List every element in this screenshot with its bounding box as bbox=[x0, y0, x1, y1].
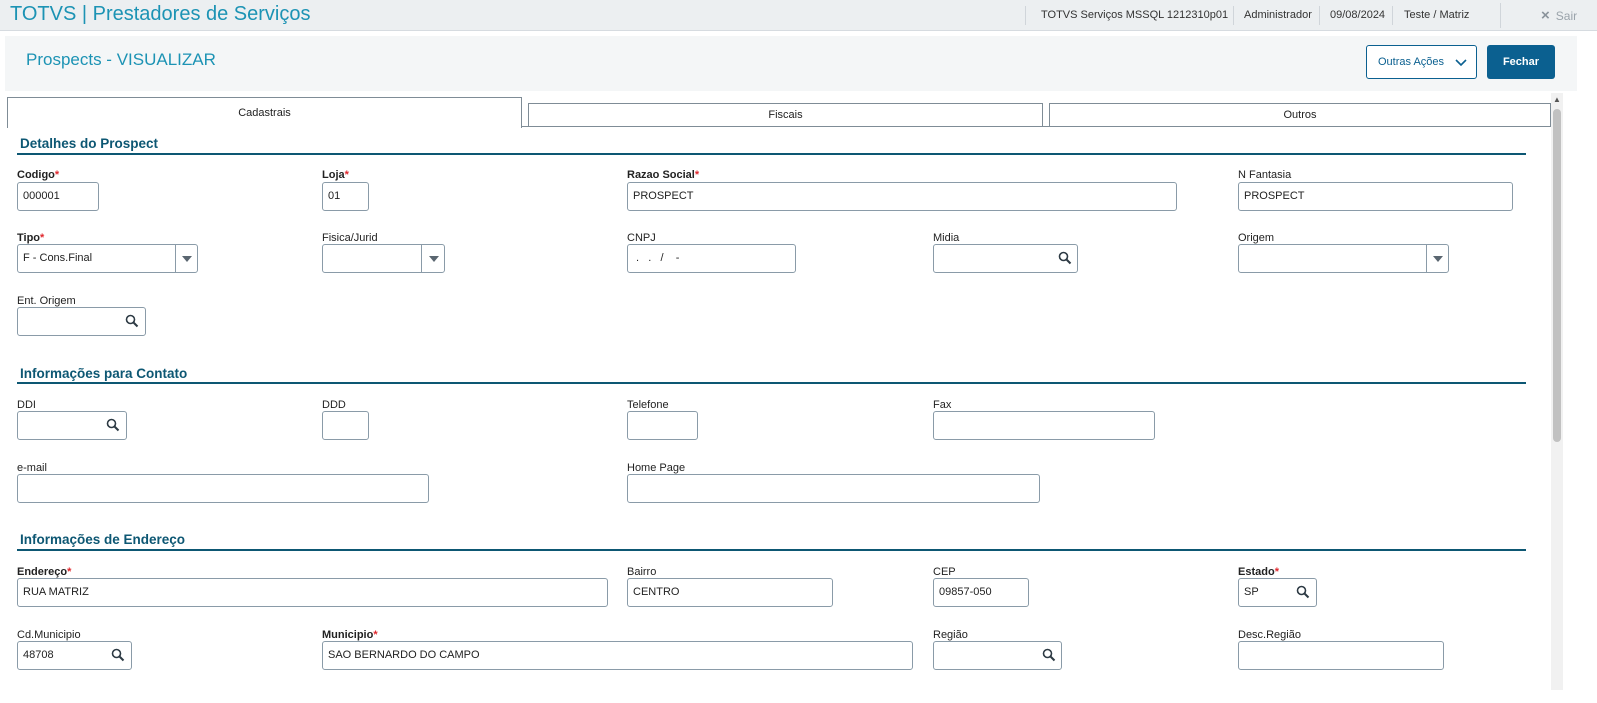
n-fantasia-field[interactable]: PROSPECT bbox=[1238, 182, 1513, 211]
estado-field[interactable]: SP bbox=[1238, 578, 1317, 607]
razao-social-label: Razao Social* bbox=[627, 169, 700, 181]
tipo-select[interactable]: F - Cons.Final bbox=[17, 244, 198, 273]
search-icon[interactable] bbox=[1042, 648, 1056, 662]
fax-label: Fax bbox=[933, 399, 952, 411]
estado-value: SP bbox=[1244, 586, 1259, 598]
fisica-jurid-label: Fisica/Jurid bbox=[322, 232, 378, 244]
chevron-down-icon[interactable] bbox=[1433, 256, 1443, 262]
chevron-down-icon[interactable] bbox=[182, 256, 192, 262]
search-icon[interactable] bbox=[111, 648, 125, 662]
scroll-up-icon[interactable]: ▲ bbox=[1553, 95, 1561, 104]
dropdown-separator bbox=[421, 245, 422, 272]
search-icon[interactable] bbox=[1296, 585, 1310, 599]
top-separator bbox=[1500, 3, 1501, 28]
cep-field[interactable]: 09857-050 bbox=[933, 578, 1029, 607]
dropdown-separator bbox=[1426, 245, 1427, 272]
page-header: Prospects - VISUALIZAR bbox=[5, 36, 1577, 91]
ddd-label: DDD bbox=[322, 399, 346, 411]
top-separator bbox=[1319, 6, 1320, 25]
top-separator bbox=[1392, 6, 1393, 25]
tipo-value: F - Cons.Final bbox=[23, 252, 93, 264]
section-title-endereco: Informações de Endereço bbox=[20, 532, 186, 547]
cnpj-label: CNPJ bbox=[627, 232, 656, 244]
section-title-contato: Informações para Contato bbox=[20, 366, 188, 381]
tab-cadastrais[interactable]: Cadastrais bbox=[7, 97, 522, 128]
close-icon: × bbox=[1541, 7, 1550, 24]
user-label: Administrador bbox=[1244, 9, 1312, 21]
top-bar: TOTVS | Prestadores de Serviços TOTVS Se… bbox=[0, 0, 1597, 31]
loja-field[interactable]: 01 bbox=[322, 182, 369, 211]
cep-label: CEP bbox=[933, 566, 956, 578]
tab-fiscais[interactable]: Fiscais bbox=[528, 103, 1043, 127]
ddi-label: DDI bbox=[17, 399, 36, 411]
exit-label: Sair bbox=[1555, 9, 1578, 23]
other-actions-button[interactable]: Outras Ações bbox=[1366, 45, 1477, 79]
ent-origem-label: Ent. Origem bbox=[17, 295, 76, 307]
exit-button[interactable]: × Sair bbox=[1541, 0, 1577, 31]
telefone-field[interactable] bbox=[627, 411, 698, 440]
ddi-field[interactable] bbox=[17, 411, 127, 440]
cd-municipio-label: Cd.Municipio bbox=[17, 629, 81, 641]
chevron-down-icon bbox=[1455, 59, 1467, 67]
scrollbar-thumb[interactable] bbox=[1553, 109, 1561, 442]
vertical-scrollbar[interactable]: ▲ bbox=[1551, 93, 1563, 690]
cd-municipio-field[interactable]: 48708 bbox=[17, 641, 132, 670]
bairro-field[interactable]: CENTRO bbox=[627, 578, 833, 607]
fisica-jurid-select[interactable] bbox=[322, 244, 445, 273]
loja-label: Loja* bbox=[322, 169, 349, 181]
top-separator bbox=[1025, 6, 1026, 25]
desc-regiao-label: Desc.Região bbox=[1238, 629, 1301, 641]
ddd-field[interactable] bbox=[322, 411, 369, 440]
section-title-detalhes: Detalhes do Prospect bbox=[20, 136, 159, 151]
email-field[interactable] bbox=[17, 474, 429, 503]
branch-label: Teste / Matriz bbox=[1404, 9, 1470, 21]
chevron-down-icon[interactable] bbox=[429, 256, 439, 262]
regiao-field[interactable] bbox=[933, 641, 1062, 670]
endereco-field[interactable]: RUA MATRIZ bbox=[17, 578, 608, 607]
search-icon[interactable] bbox=[125, 314, 139, 328]
municipio-field[interactable]: SAO BERNARDO DO CAMPO bbox=[322, 641, 913, 670]
origem-label: Origem bbox=[1238, 232, 1275, 244]
date-label: 09/08/2024 bbox=[1330, 9, 1386, 21]
municipio-label: Municipio* bbox=[322, 629, 378, 641]
app-title: TOTVS | Prestadores de Serviços bbox=[10, 3, 311, 25]
dropdown-separator bbox=[175, 245, 176, 272]
cnpj-field[interactable]: . . / - bbox=[627, 244, 796, 273]
estado-label: Estado* bbox=[1238, 566, 1279, 578]
email-label: e-mail bbox=[17, 462, 47, 474]
razao-social-field[interactable]: PROSPECT bbox=[627, 182, 1177, 211]
codigo-label: Codigo* bbox=[17, 169, 60, 181]
tipo-label: Tipo* bbox=[17, 232, 45, 244]
codigo-field[interactable]: 000001 bbox=[17, 182, 99, 211]
home-page-label: Home Page bbox=[627, 462, 686, 474]
tab-outros[interactable]: Outros bbox=[1049, 103, 1551, 127]
regiao-label: Região bbox=[933, 629, 968, 641]
n-fantasia-label: N Fantasia bbox=[1238, 169, 1292, 181]
section-divider bbox=[17, 153, 1526, 155]
section-divider bbox=[17, 549, 1526, 551]
close-button[interactable]: Fechar bbox=[1487, 45, 1555, 79]
desc-regiao-field[interactable] bbox=[1238, 641, 1444, 670]
home-page-field[interactable] bbox=[627, 474, 1040, 503]
other-actions-label: Outras Ações bbox=[1378, 56, 1445, 68]
top-separator bbox=[1233, 6, 1234, 25]
section-divider bbox=[17, 382, 1526, 384]
page-title: Prospects - VISUALIZAR bbox=[26, 50, 216, 69]
midia-field[interactable] bbox=[933, 244, 1078, 273]
telefone-label: Telefone bbox=[627, 399, 669, 411]
origem-select[interactable] bbox=[1238, 244, 1449, 273]
midia-label: Midia bbox=[933, 232, 960, 244]
environment-label: TOTVS Serviços MSSQL 1212310p01 bbox=[1041, 9, 1229, 21]
search-icon[interactable] bbox=[106, 418, 120, 432]
search-icon[interactable] bbox=[1058, 251, 1072, 265]
fax-field[interactable] bbox=[933, 411, 1155, 440]
bairro-label: Bairro bbox=[627, 566, 657, 578]
ent-origem-field[interactable] bbox=[17, 307, 146, 336]
cd-municipio-value: 48708 bbox=[23, 649, 54, 661]
endereco-label: Endereço* bbox=[17, 566, 72, 578]
